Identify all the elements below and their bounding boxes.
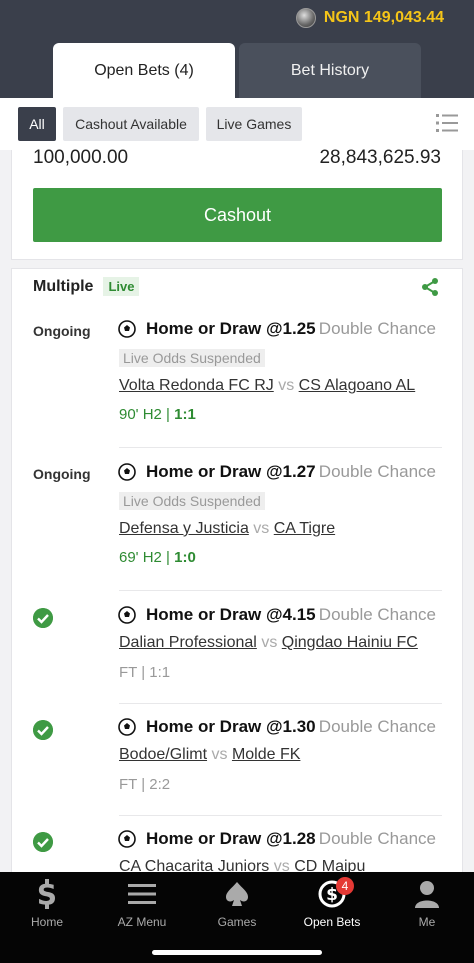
- nav-open-bets[interactable]: $ 4 Open Bets: [292, 877, 372, 929]
- match-teams[interactable]: Volta Redonda FC RJ vs CS Alagoano AL: [119, 377, 415, 395]
- filter-cashout-available[interactable]: Cashout Available: [63, 107, 199, 141]
- away-team[interactable]: CA Tigre: [274, 520, 335, 537]
- match-time: 69' H2 |: [119, 549, 175, 566]
- live-score: 69' H2 | 1:0: [119, 549, 196, 566]
- potential-win-amount: 28,843,625.93: [319, 147, 441, 168]
- vs-label: vs: [261, 634, 278, 651]
- home-indicator: [152, 950, 322, 955]
- nav-games[interactable]: Games: [197, 877, 277, 929]
- soccer-ball-icon: [118, 320, 136, 338]
- home-team[interactable]: Defensa y Justicia: [119, 520, 249, 537]
- open-bets-count-badge: 4: [336, 877, 354, 895]
- home-team[interactable]: Bodoe/Glimt: [119, 746, 207, 763]
- final-score: FT | 2:2: [119, 776, 171, 793]
- vs-label: vs: [211, 746, 228, 763]
- check-circle-icon: [33, 608, 53, 628]
- home-team[interactable]: Volta Redonda FC RJ: [119, 377, 274, 394]
- match-teams[interactable]: Dalian Professional vs Qingdao Hainiu FC: [119, 634, 418, 652]
- soccer-ball-icon: [118, 463, 136, 481]
- away-team[interactable]: CS Alagoano AL: [299, 377, 416, 394]
- selection-label: Home or Draw @1.27: [146, 462, 316, 481]
- home-team[interactable]: Dalian Professional: [119, 634, 257, 651]
- selection-label: Home or Draw @1.28: [146, 829, 316, 848]
- cashout-button[interactable]: Cashout: [33, 188, 442, 242]
- vs-label: vs: [278, 377, 295, 394]
- divider: [119, 447, 442, 448]
- soccer-ball-icon: [118, 718, 136, 736]
- check-circle-icon: [33, 720, 53, 740]
- balance-display[interactable]: NGN 149,043.44: [295, 8, 444, 28]
- selection-label: Home or Draw @1.25: [146, 319, 316, 338]
- bet-card-header: Multiple Live: [33, 277, 140, 296]
- market-label: Double Chance: [318, 605, 436, 624]
- nav-label: Home: [30, 915, 63, 929]
- filter-live-games[interactable]: Live Games: [206, 107, 302, 141]
- away-team[interactable]: Qingdao Hainiu FC: [282, 634, 418, 651]
- match-teams[interactable]: Bodoe/Glimt vs Molde FK: [119, 746, 300, 764]
- match-time: 90' H2 |: [119, 406, 175, 423]
- score-value: 1:0: [174, 549, 196, 566]
- share-icon[interactable]: [420, 277, 440, 297]
- nav-label: Open Bets: [303, 915, 361, 929]
- avatar: [295, 8, 316, 28]
- filter-bar: All Cashout Available Live Games: [0, 98, 474, 150]
- bet-type: Multiple: [33, 277, 94, 295]
- balance-amount: NGN 149,043.44: [323, 9, 444, 26]
- bet-card-multiple: Multiple Live Ongoing Home or Draw @1.25…: [11, 268, 463, 878]
- user-icon: [415, 881, 439, 908]
- odds-suspended-badge: Live Odds Suspended: [119, 349, 265, 367]
- live-badge: Live: [103, 277, 140, 296]
- check-circle-icon: [33, 832, 53, 852]
- final-score: FT | 1:1: [119, 664, 171, 681]
- vs-label: vs: [253, 520, 270, 537]
- market-label: Double Chance: [318, 717, 436, 736]
- divider: [119, 703, 442, 704]
- dollar-s-icon: S: [37, 879, 57, 909]
- score-value: 1:1: [174, 406, 196, 423]
- tab-open-bets[interactable]: Open Bets (4): [53, 43, 235, 98]
- nav-az-menu[interactable]: AZ Menu: [102, 877, 182, 929]
- selection-label: Home or Draw @4.15: [146, 605, 316, 624]
- market-label: Double Chance: [318, 829, 436, 848]
- odds-suspended-badge: Live Odds Suspended: [119, 492, 265, 510]
- divider: [119, 590, 442, 591]
- soccer-ball-icon: [118, 830, 136, 848]
- nav-label: AZ Menu: [117, 915, 167, 929]
- away-team[interactable]: Molde FK: [232, 746, 300, 763]
- nav-me[interactable]: Me: [387, 877, 467, 929]
- match-teams[interactable]: Defensa y Justicia vs CA Tigre: [119, 520, 335, 538]
- bet-card-summary: 100,000.00 28,843,625.93 Cashout: [11, 147, 463, 260]
- soccer-ball-icon: [118, 606, 136, 624]
- nav-label: Games: [217, 915, 257, 929]
- filter-all[interactable]: All: [18, 107, 56, 141]
- leg-status: Ongoing: [33, 466, 91, 482]
- top-header: NGN 149,043.44 Open Bets (4) Bet History: [0, 0, 474, 98]
- live-score: 90' H2 | 1:1: [119, 406, 196, 423]
- hamburger-icon: [128, 884, 156, 904]
- market-label: Double Chance: [318, 462, 436, 481]
- nav-home[interactable]: S Home: [7, 877, 87, 929]
- selection-label: Home or Draw @1.30: [146, 717, 316, 736]
- spade-icon: [226, 882, 248, 906]
- leg-status: Ongoing: [33, 323, 91, 339]
- nav-label: Me: [418, 915, 436, 929]
- list-view-icon[interactable]: [436, 113, 458, 133]
- divider: [119, 815, 442, 816]
- stake-amount: 100,000.00: [33, 147, 129, 168]
- market-label: Double Chance: [318, 319, 436, 338]
- tab-bet-history[interactable]: Bet History: [239, 43, 421, 98]
